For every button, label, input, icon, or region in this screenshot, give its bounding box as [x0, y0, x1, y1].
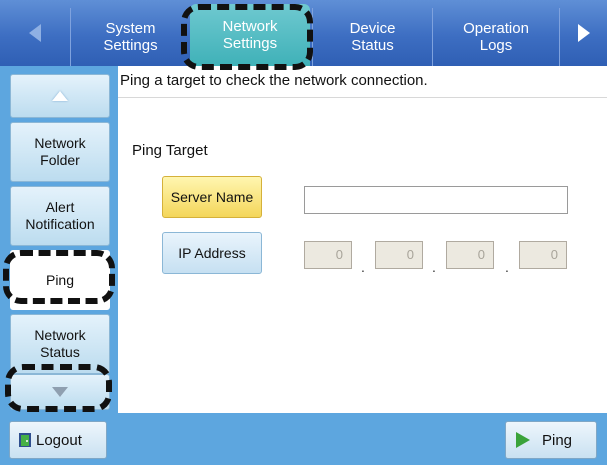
sidebar-scroll-up-button[interactable] — [10, 74, 110, 118]
sidebar-item-alert-notification[interactable]: Alert Notification — [10, 186, 110, 246]
ip-octet-2[interactable]: 0 — [375, 241, 423, 269]
bottom-bar: Logout Ping — [0, 413, 607, 465]
tab-network-settings[interactable]: Network Settings — [190, 4, 310, 66]
ip-address-button[interactable]: IP Address — [162, 232, 262, 274]
tab-operation-logs[interactable]: Operation Logs — [432, 8, 560, 66]
top-tab-bar: System Settings Network Settings Device … — [0, 0, 607, 66]
ip-separator: . — [432, 259, 436, 275]
ip-octet-3[interactable]: 0 — [446, 241, 494, 269]
page-description: Ping a target to check the network conne… — [118, 66, 607, 98]
door-icon — [19, 433, 31, 447]
tab-scroll-right-button[interactable] — [560, 0, 607, 66]
ip-separator: . — [505, 259, 509, 275]
logout-label: Logout — [36, 431, 82, 449]
tab-scroll-left-button[interactable] — [0, 0, 70, 66]
sidebar: Network Folder Alert Notification Ping N… — [0, 66, 118, 413]
right-arrow-icon — [577, 24, 590, 42]
sidebar-item-network-folder[interactable]: Network Folder — [10, 122, 110, 182]
ip-octet-4[interactable]: 0 — [519, 241, 567, 269]
logout-button[interactable]: Logout — [9, 421, 107, 459]
ip-separator: . — [361, 259, 365, 275]
server-name-input[interactable] — [304, 186, 568, 214]
ping-button[interactable]: Ping — [505, 421, 597, 459]
tab-system-settings[interactable]: System Settings — [70, 8, 190, 66]
ip-octet-1[interactable]: 0 — [304, 241, 352, 269]
sidebar-item-ping[interactable]: Ping — [10, 250, 110, 310]
tab-device-status[interactable]: Device Status — [312, 8, 432, 66]
sidebar-item-network-status[interactable]: Network Status — [10, 314, 110, 374]
down-arrow-icon — [52, 387, 68, 397]
sidebar-scroll-down-button[interactable] — [10, 374, 110, 410]
ping-target-label: Ping Target — [132, 142, 208, 159]
left-arrow-icon — [29, 24, 41, 42]
up-arrow-icon — [52, 91, 68, 101]
server-name-button[interactable]: Server Name — [162, 176, 262, 218]
play-icon — [516, 432, 530, 448]
main-panel: Ping a target to check the network conne… — [118, 66, 607, 413]
ping-button-label: Ping — [542, 431, 573, 449]
